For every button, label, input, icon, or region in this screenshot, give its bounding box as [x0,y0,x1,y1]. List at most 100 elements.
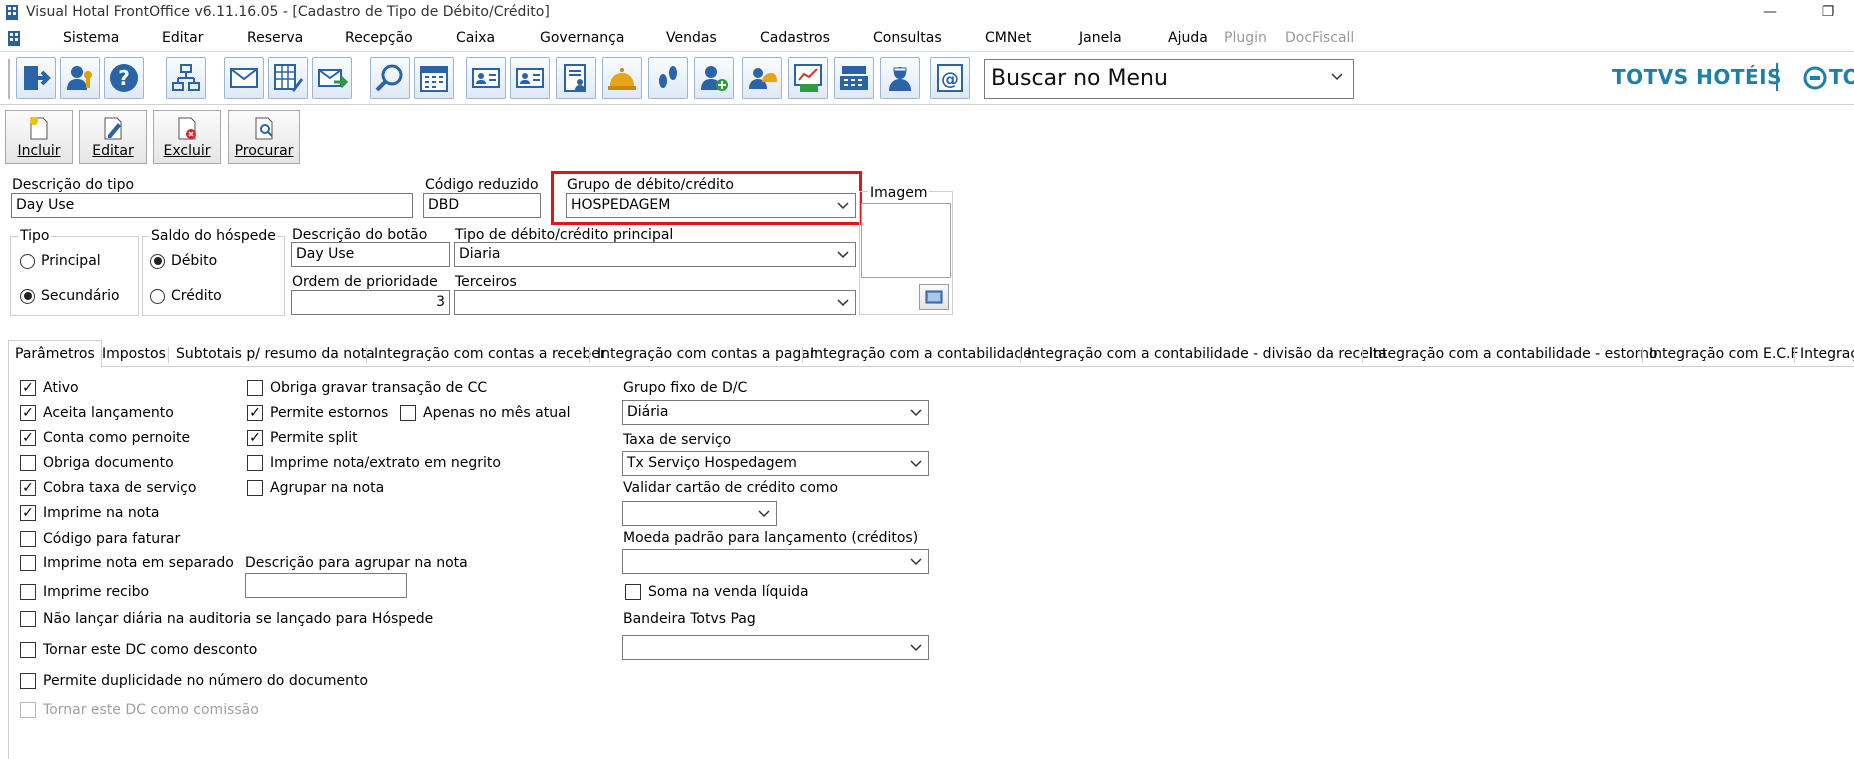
grupo-fixo-combobox[interactable]: Diária [622,400,929,425]
tab-contabilidade[interactable]: Integração com a contabilidade [810,343,1032,367]
search-button[interactable] [370,57,410,99]
menu-sistema[interactable]: Sistema [63,30,119,46]
descricao-tipo-input[interactable]: Day Use [11,193,413,218]
menu-editar[interactable]: Editar [162,30,203,46]
menu-governanca[interactable]: Governança [540,30,624,46]
tipo-secundario-radio[interactable]: Secundário [20,288,120,304]
moeda-padrao-combobox[interactable] [622,549,929,574]
soma-venda-checkbox[interactable]: Soma na venda líquida [625,584,809,600]
footsteps-button[interactable] [648,57,688,99]
permite-duplicidade-checkbox[interactable]: Permite duplicidade no número do documen… [20,673,368,689]
card-button[interactable] [466,57,506,99]
permite-estornos-checkbox[interactable]: ✓ Permite estornos [247,405,388,421]
svg-text:?: ? [118,66,130,90]
tipo-principal-radio[interactable]: Principal [20,253,101,269]
menu-reserva[interactable]: Reserva [247,30,303,46]
menu-search-combobox[interactable]: Buscar no Menu [984,59,1354,99]
minimize-button[interactable]: — [1760,2,1780,22]
structure-button[interactable] [166,57,206,99]
saldo-credito-radio[interactable]: Crédito [150,288,222,304]
tab-contabilidade-estorno[interactable]: Integração com a contabilidade - estorno [1369,343,1658,367]
imprime-recibo-label: Imprime recibo [43,584,150,600]
imprime-separado-checkbox[interactable]: Imprime nota em separado [20,555,234,571]
tab-subtotais[interactable]: Subtotais p/ resumo da nota [176,343,375,367]
saldo-debito-radio[interactable]: Débito [150,253,217,269]
tab-separator [168,347,169,363]
bell-button[interactable] [602,57,642,99]
editar-label: Editar [92,143,134,159]
check-indicator: ✓ [247,430,263,446]
menu-recepcao[interactable]: Recepção [345,30,413,46]
menu-vendas[interactable]: Vendas [666,30,717,46]
tipo-dc-principal-combobox[interactable]: Diaria [454,242,856,267]
send-mail-button[interactable] [312,57,352,99]
permite-duplicidade-label: Permite duplicidade no número do documen… [43,673,369,689]
cash-report-button[interactable] [788,57,828,99]
cobra-taxa-label: Cobra taxa de serviço [43,480,197,496]
obriga-documento-checkbox[interactable]: Obriga documento [20,455,174,471]
load-image-button[interactable] [919,284,949,310]
cash-register-button[interactable] [834,57,874,99]
grid-edit-button[interactable] [268,57,308,99]
check-indicator [247,380,263,396]
menu-caixa[interactable]: Caixa [456,30,495,46]
ordem-prioridade-input[interactable]: 3 [291,290,450,315]
calendar-button[interactable] [414,57,454,99]
permite-split-checkbox[interactable]: ✓ Permite split [247,430,358,446]
chevron-down-icon [837,202,849,210]
excluir-button[interactable]: Excluir [153,110,221,164]
tab-integracao-more[interactable]: Integraç [1800,343,1854,367]
cobra-taxa-checkbox[interactable]: ✓ Cobra taxa de serviço [20,480,196,496]
menu-cadastros[interactable]: Cadastros [760,30,830,46]
menu-consultas[interactable]: Consultas [873,30,942,46]
grupo-dc-combobox[interactable]: HOSPEDAGEM [566,193,856,218]
grupo-dc-label: Grupo de débito/crédito [567,177,734,193]
ativo-checkbox[interactable]: ✓ Ativo [20,380,79,396]
check-indicator [247,455,263,471]
aceita-lancamento-checkbox[interactable]: ✓ Aceita lançamento [20,405,174,421]
bandeira-combobox[interactable] [622,635,929,660]
card2-button[interactable] [510,57,550,99]
conta-pernoite-checkbox[interactable]: ✓ Conta como pernoite [20,430,190,446]
apenas-mes-atual-checkbox[interactable]: Apenas no mês atual [400,405,571,421]
tab-separator [1642,347,1643,363]
imprime-negrito-checkbox[interactable]: Imprime nota/extrato em negrito [247,455,501,471]
terceiros-combobox[interactable] [454,290,856,315]
user-button[interactable] [60,57,100,99]
tornar-desconto-checkbox[interactable]: Tornar este DC como desconto [20,642,257,658]
imprime-recibo-checkbox[interactable]: Imprime recibo [20,584,149,600]
tab-parametros[interactable]: Parâmetros [8,340,102,368]
obriga-transacao-cc-checkbox[interactable]: Obriga gravar transação de CC [247,380,487,396]
tab-contabilidade-divisao[interactable]: Integração com a contabilidade - divisão… [1027,343,1387,367]
editar-button[interactable]: Editar [79,110,147,164]
report-user-button[interactable] [556,57,596,99]
descricao-botao-input[interactable]: Day Use [291,242,450,267]
tab-impostos[interactable]: Impostos [102,343,166,367]
validar-cartao-combobox[interactable] [622,501,777,526]
help-button[interactable]: ? [104,57,144,99]
mail-button[interactable] [224,57,264,99]
maid-button[interactable] [880,57,920,99]
app-menu-icon[interactable] [7,30,21,47]
tab-contas-receber[interactable]: Integração com contas a receber [374,343,606,367]
add-guest-button[interactable] [694,57,734,99]
menu-cmnet[interactable]: CMNet [985,30,1031,46]
menu-janela[interactable]: Janela [1079,30,1122,46]
codigo-faturar-checkbox[interactable]: Código para faturar [20,531,180,547]
imprime-nota-checkbox[interactable]: ✓ Imprime na nota [20,505,159,521]
group-button[interactable] [742,57,782,99]
tab-contas-pagar[interactable]: Integração com contas a pagar [597,343,816,367]
procurar-button[interactable]: Procurar [228,110,300,164]
check-indicator [20,531,36,547]
agrupar-nota-checkbox[interactable]: Agrupar na nota [247,480,384,496]
tab-ecf[interactable]: Integração com E.C.F [1649,343,1799,367]
incluir-button[interactable]: Incluir [5,110,73,164]
descricao-agrupar-input[interactable] [245,573,407,598]
restore-button[interactable]: ❐ [1818,2,1838,22]
contact-button[interactable]: @ [930,57,970,99]
taxa-servico-combobox[interactable]: Tx Serviço Hospedagem [622,451,929,476]
exit-button[interactable] [16,57,56,99]
nao-lancar-diaria-checkbox[interactable]: Não lançar diária na auditoria se lançad… [20,611,433,627]
menu-ajuda[interactable]: Ajuda [1168,30,1208,46]
codigo-reduzido-input[interactable]: DBD [423,193,541,218]
